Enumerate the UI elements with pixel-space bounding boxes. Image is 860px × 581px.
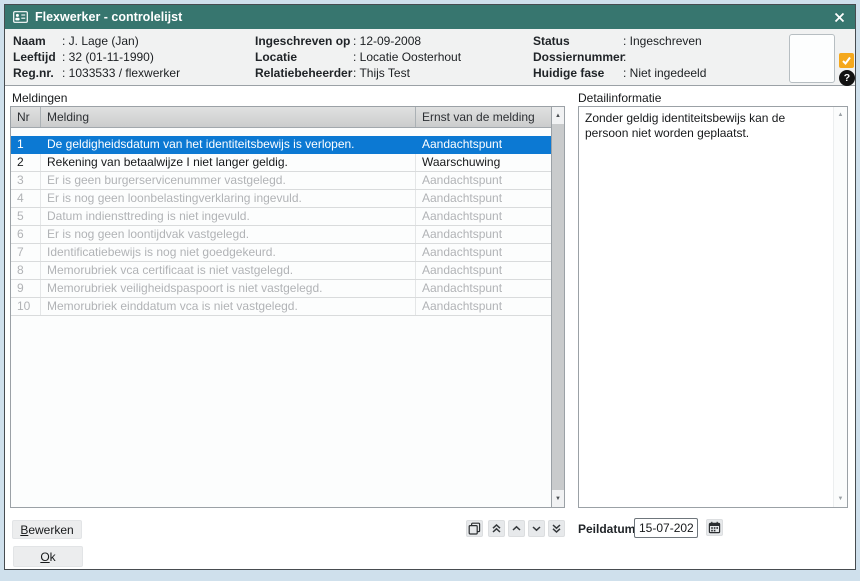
column-header-ernst[interactable]: Ernst van de melding xyxy=(416,107,551,127)
detail-text: Zonder geldig identiteitsbewijs kan de p… xyxy=(585,111,827,141)
row-ernst: Aandachtspunt xyxy=(416,298,551,315)
double-chevron-down-icon[interactable] xyxy=(548,520,565,537)
row-nr: 6 xyxy=(11,226,41,243)
field-label-status: Status xyxy=(533,34,570,48)
row-ernst: Aandachtspunt xyxy=(416,226,551,243)
person-info-header: Naam : J. Lage (Jan) Leeftijd : 32 (01-1… xyxy=(5,29,855,86)
row-melding: Rekening van betaalwijze I niet langer g… xyxy=(41,154,416,171)
row-ernst: Waarschuwing xyxy=(416,154,551,171)
row-ernst: Aandachtspunt xyxy=(416,262,551,279)
table-row[interactable]: 4Er is nog geen loonbelastingverklaring … xyxy=(11,190,551,208)
table-scrollbar[interactable]: ▲ ▼ xyxy=(551,107,564,507)
table-row[interactable]: 10Memorubriek einddatum vca is niet vast… xyxy=(11,298,551,316)
field-value-ingeschreven-op: : 12-09-2008 xyxy=(353,34,421,48)
row-melding: Memorubriek vca certificaat is niet vast… xyxy=(41,262,416,279)
field-value-locatie: : Locatie Oosterhout xyxy=(353,50,461,64)
row-ernst: Aandachtspunt xyxy=(416,280,551,297)
meldingen-table: Nr Melding Ernst van de melding 1De geld… xyxy=(10,106,565,508)
row-nr: 8 xyxy=(11,262,41,279)
help-icon[interactable]: ? xyxy=(839,70,855,86)
dialog-window: Flexwerker - controlelijst Naam : J. Lag… xyxy=(4,4,856,570)
field-label-huidige-fase: Huidige fase xyxy=(533,66,604,80)
row-nr: 1 xyxy=(11,136,41,153)
scroll-up-icon[interactable]: ▲ xyxy=(552,107,564,124)
row-melding: Memorubriek veiligheidspaspoort is niet … xyxy=(41,280,416,297)
table-row[interactable]: 9Memorubriek veiligheidspaspoort is niet… xyxy=(11,280,551,298)
row-melding: Er is geen burgerservicenummer vastgeleg… xyxy=(41,172,416,189)
row-melding: Datum indiensttreding is niet ingevuld. xyxy=(41,208,416,225)
column-header-melding[interactable]: Melding xyxy=(41,107,416,127)
row-melding: De geldigheidsdatum van het identiteitsb… xyxy=(41,136,416,153)
row-nr: 2 xyxy=(11,154,41,171)
detailinformatie-panel: Zonder geldig identiteitsbewijs kan de p… xyxy=(578,106,848,508)
field-label-relatiebeheerder: Relatiebeheerder xyxy=(255,66,352,80)
table-row[interactable]: 1De geldigheidsdatum van het identiteits… xyxy=(11,136,551,154)
table-row[interactable]: 3Er is geen burgerservicenummer vastgele… xyxy=(11,172,551,190)
detail-scrollbar[interactable]: ▲ ▼ xyxy=(833,107,847,507)
row-nr: 10 xyxy=(11,298,41,315)
copy-icon[interactable] xyxy=(466,520,483,537)
chevron-down-icon[interactable] xyxy=(528,520,545,537)
row-ernst: Aandachtspunt xyxy=(416,190,551,207)
field-label-locatie: Locatie xyxy=(255,50,297,64)
row-melding: Identificatiebewijs is nog niet goedgeke… xyxy=(41,244,416,261)
row-ernst: Aandachtspunt xyxy=(416,172,551,189)
field-value-status: : Ingeschreven xyxy=(623,34,702,48)
row-ernst: Aandachtspunt xyxy=(416,208,551,225)
row-nr: 3 xyxy=(11,172,41,189)
field-value-leeftijd: : 32 (01-11-1990) xyxy=(62,50,154,64)
calendar-icon[interactable] xyxy=(706,519,723,536)
field-value-regnr: : 1033533 / flexwerker xyxy=(62,66,180,80)
field-label-dossiernummer: Dossiernummer xyxy=(533,50,624,64)
table-row[interactable]: 8Memorubriek vca certificaat is niet vas… xyxy=(11,262,551,280)
scroll-down-icon[interactable]: ▼ xyxy=(834,496,847,502)
column-header-nr[interactable]: Nr xyxy=(11,107,41,127)
field-label-leeftijd: Leeftijd xyxy=(13,50,56,64)
field-label-ingeschreven-op: Ingeschreven op xyxy=(255,34,350,48)
row-melding: Er is nog geen loonbelastingverklaring i… xyxy=(41,190,416,207)
scroll-down-icon[interactable]: ▼ xyxy=(552,490,564,507)
table-row[interactable]: 6Er is nog geen loontijdvak vastgelegd.A… xyxy=(11,226,551,244)
double-chevron-up-icon[interactable] xyxy=(488,520,505,537)
table-row[interactable]: 2Rekening van betaalwijze I niet langer … xyxy=(11,154,551,172)
field-label-regnr: Reg.nr. xyxy=(13,66,54,80)
table-row[interactable]: 5Datum indiensttreding is niet ingevuld.… xyxy=(11,208,551,226)
chevron-up-icon[interactable] xyxy=(508,520,525,537)
row-nr: 5 xyxy=(11,208,41,225)
field-value-huidige-fase: : Niet ingedeeld xyxy=(623,66,706,80)
row-nr: 9 xyxy=(11,280,41,297)
window-title: Flexwerker - controlelijst xyxy=(35,10,182,24)
field-value-dossiernummer: : xyxy=(623,50,626,64)
titlebar: Flexwerker - controlelijst xyxy=(5,5,855,29)
photo-placeholder xyxy=(789,34,835,83)
row-nr: 4 xyxy=(11,190,41,207)
row-melding: Er is nog geen loontijdvak vastgelegd. xyxy=(41,226,416,243)
row-melding: Memorubriek einddatum vca is niet vastge… xyxy=(41,298,416,315)
close-icon[interactable] xyxy=(832,10,847,25)
bewerken-button[interactable]: Bewerken xyxy=(12,520,82,539)
field-value-naam: : J. Lage (Jan) xyxy=(62,34,139,48)
scroll-up-icon[interactable]: ▲ xyxy=(834,112,847,118)
row-ernst: Aandachtspunt xyxy=(416,244,551,261)
table-header-row: Nr Melding Ernst van de melding xyxy=(11,107,551,128)
contact-card-icon xyxy=(13,11,28,23)
peildatum-label: Peildatum xyxy=(578,522,635,536)
field-value-relatiebeheerder: : Thijs Test xyxy=(353,66,410,80)
field-label-naam: Naam xyxy=(13,34,46,48)
row-nr: 7 xyxy=(11,244,41,261)
table-row[interactable]: 7Identificatiebewijs is nog niet goedgek… xyxy=(11,244,551,262)
check-icon[interactable] xyxy=(839,53,854,68)
row-ernst: Aandachtspunt xyxy=(416,136,551,153)
detailinformatie-section-label: Detailinformatie xyxy=(578,91,661,105)
ok-button[interactable]: Ok xyxy=(13,546,83,567)
table-body: 1De geldigheidsdatum van het identiteits… xyxy=(11,129,551,507)
meldingen-section-label: Meldingen xyxy=(12,91,67,105)
peildatum-input[interactable] xyxy=(634,518,698,538)
